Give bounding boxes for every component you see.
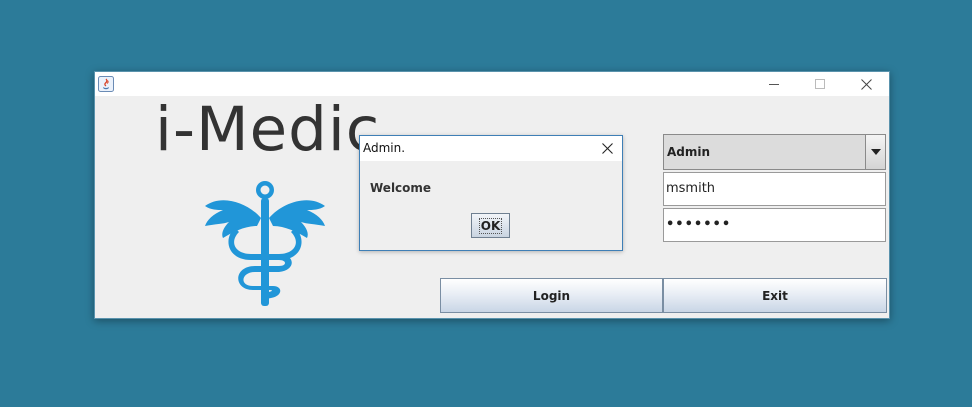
minimize-icon <box>769 84 779 85</box>
dialog-title: Admin. <box>363 141 406 155</box>
role-dropdown[interactable]: Admin <box>663 134 886 170</box>
minimize-button[interactable] <box>751 72 797 96</box>
title-bar[interactable] <box>95 72 889 96</box>
dialog-title-bar[interactable]: Admin. <box>360 136 622 161</box>
close-icon <box>860 78 872 90</box>
dialog-close-button[interactable] <box>598 139 616 157</box>
close-icon <box>601 142 613 154</box>
ok-button[interactable]: OK <box>471 213 510 238</box>
role-selected-value: Admin <box>667 145 711 159</box>
welcome-dialog: Admin. Welcome OK <box>359 135 623 251</box>
role-dropdown-button[interactable] <box>865 135 885 169</box>
login-button[interactable]: Login <box>440 278 663 313</box>
maximize-icon <box>815 79 825 89</box>
chevron-down-icon <box>870 149 881 155</box>
exit-button[interactable]: Exit <box>663 278 887 313</box>
close-button[interactable] <box>843 72 889 96</box>
ok-button-label: OK <box>478 217 503 234</box>
caduceus-icon <box>205 181 325 306</box>
maximize-button[interactable] <box>797 72 843 96</box>
dialog-message: Welcome <box>370 181 432 195</box>
java-app-icon <box>98 76 114 92</box>
app-logo-text: i-Medic <box>155 94 381 165</box>
username-field[interactable]: msmith <box>663 172 886 206</box>
password-field[interactable]: ••••••• <box>663 208 886 242</box>
